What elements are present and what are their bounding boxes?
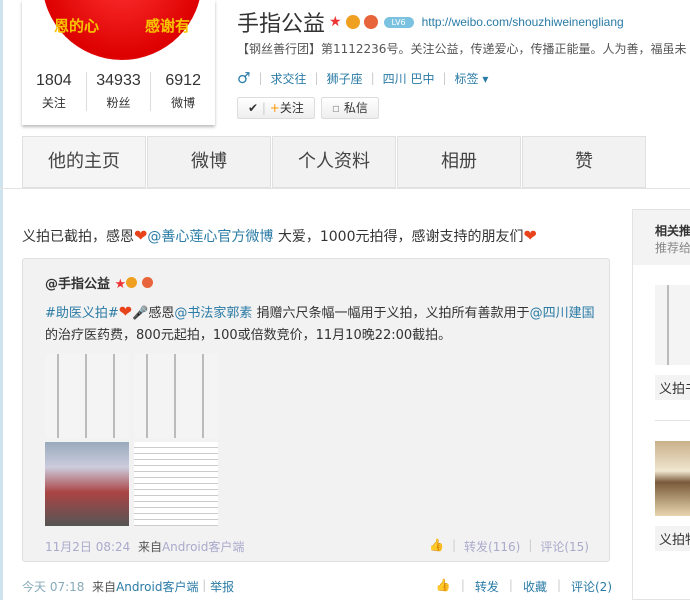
stat-following[interactable]: 1804 关注 <box>22 72 87 111</box>
image-grid <box>45 354 218 526</box>
calligraphy-image[interactable] <box>45 354 129 438</box>
sidebar-subtitle: 推荐给你 <box>655 241 690 255</box>
profile-meta: ♂ | 求交往 | 狮子座 | 四川 巴中 | 标签 ▾ <box>237 69 489 87</box>
stat-followers[interactable]: 34933 粉丝 <box>87 72 152 111</box>
mention-link[interactable]: @四川建国 <box>530 306 595 321</box>
zodiac-link[interactable]: 狮子座 <box>327 70 363 87</box>
stat-label: 粉丝 <box>106 96 131 110</box>
follow-button[interactable]: ✔ | +关注 <box>237 97 315 119</box>
stat-value: 6912 <box>165 72 201 89</box>
recommend-image[interactable] <box>655 441 690 516</box>
profile-url-link[interactable]: http://weibo.com/shouzhiweinengliang <box>422 15 624 29</box>
text: 的治疗医药费，800元起拍，100或倍数竞价，11月10晚22:00截拍。 <box>45 328 452 343</box>
profile-stats: 1804 关注 34933 粉丝 6912 微博 <box>22 72 215 111</box>
hashtag-link[interactable]: #助医义拍# <box>45 306 119 321</box>
weibo-badge-icon <box>363 15 378 29</box>
crown-badge-icon <box>345 15 360 29</box>
crown-badge-icon <box>126 277 138 288</box>
tag-link[interactable]: 求交往 <box>271 70 307 87</box>
star-badge-icon: ★ <box>114 277 127 292</box>
comment-link[interactable]: 评论(2) <box>571 578 612 595</box>
message-icon: ▫ <box>331 101 340 115</box>
profile-header: 手指公益 ★ LV6 http://weibo.com/shouzhiweine… <box>237 6 624 38</box>
message-label: 私信 <box>343 101 368 115</box>
profile-card: 恩的心 感谢有 1804 关注 34933 粉丝 6912 微博 <box>22 0 215 125</box>
text: 大爱，1000元拍得，感谢支持的朋友们 <box>273 229 524 245</box>
divider <box>0 188 690 189</box>
repost-comment-link[interactable]: 评论(15) <box>540 538 589 555</box>
profile-actions: ✔ | +关注 ▫ 私信 <box>237 97 379 119</box>
heart-icon: ❤ <box>523 226 537 245</box>
follow-label: 关注 <box>279 101 304 115</box>
text: 来自 <box>92 580 117 594</box>
stat-value: 1804 <box>36 72 72 89</box>
mention-link[interactable]: @书法家郭素 <box>174 306 252 321</box>
recommend-item[interactable]: 义拍物品 <box>655 526 690 551</box>
recommend-sidebar: 相关推荐推荐给你 义拍书法 义拍物品 <box>632 209 690 600</box>
source-link[interactable]: Android客户端 <box>162 538 244 555</box>
profile-name: 手指公益 <box>237 12 326 37</box>
gender-icon: ♂ <box>237 69 251 87</box>
message-button[interactable]: ▫ 私信 <box>320 97 379 119</box>
tab-weibo[interactable]: 微博 <box>147 136 271 188</box>
document-image[interactable] <box>134 442 218 526</box>
avatar-text: 恩的心 <box>54 17 100 35</box>
like-icon[interactable]: 👍 <box>436 578 451 595</box>
plus-icon: + <box>269 101 280 115</box>
repost-forward-link[interactable]: 转发(116) <box>464 538 520 555</box>
repost-text: #助医义拍#❤🎤感恩@书法家郭素 捐赠六尺条幅一幅用于义拍，义拍所有善款用于@四… <box>45 301 605 347</box>
report-link[interactable]: 举报 <box>210 578 234 595</box>
divider <box>655 420 690 421</box>
like-icon[interactable]: 👍 <box>429 538 444 555</box>
tab-likes[interactable]: 赞 <box>522 136 646 188</box>
check-icon: ✔ <box>248 101 259 115</box>
favorite-link[interactable]: 收藏 <box>523 578 547 595</box>
heart-icon: ❤ <box>118 302 133 321</box>
tags-dropdown[interactable]: 标签 ▾ <box>455 70 489 87</box>
tab-profile[interactable]: 个人资料 <box>272 136 396 188</box>
sidebar-title: 相关推荐 <box>655 224 690 238</box>
post-time-link[interactable]: 今天 07:18 <box>22 578 84 595</box>
post-text: 义拍已截拍，感恩❤@善心莲心官方微博 大爱，1000元拍得，感谢支持的朋友们❤ <box>22 226 537 246</box>
weibo-badge-icon <box>141 277 153 288</box>
author-link[interactable]: @手指公益 <box>45 277 110 292</box>
repost-author[interactable]: @手指公益 ★ <box>45 273 153 292</box>
heart-icon: ❤ <box>134 226 148 245</box>
stat-value: 34933 <box>96 72 141 89</box>
text: 来自 <box>137 540 162 554</box>
post-footer: 今天 07:18 来自 Android客户端 | 举报 👍 | 转发 | 收藏 | 评论(2) <box>22 578 612 595</box>
stat-label: 关注 <box>41 96 66 110</box>
recommend-item[interactable]: 义拍书法 <box>655 375 690 400</box>
microphone-icon: 🎤 <box>132 306 149 321</box>
stat-posts[interactable]: 6912 微博 <box>151 72 215 111</box>
reposted-weibo: @手指公益 ★ #助医义拍#❤🎤感恩@书法家郭素 捐赠六尺条幅一幅用于义拍，义拍… <box>22 258 610 562</box>
repost-footer: 11月2日 08:24 来自 Android客户端 👍 | 转发(116) | 评论(15… <box>45 538 589 555</box>
heart-image: 恩的心 感谢有 <box>42 0 202 60</box>
avatar[interactable]: 恩的心 感谢有 <box>22 0 215 66</box>
calligraphy-image[interactable] <box>134 354 218 438</box>
recommend-image[interactable] <box>655 285 690 365</box>
forward-link[interactable]: 转发 <box>475 578 499 595</box>
location-link[interactable]: 四川 巴中 <box>383 70 435 87</box>
text: 义拍已截拍，感恩 <box>22 229 134 245</box>
tab-album[interactable]: 相册 <box>397 136 521 188</box>
repost-time-link[interactable]: 11月2日 08:24 <box>45 538 130 555</box>
stat-label: 微博 <box>171 96 196 110</box>
page-border <box>0 0 3 600</box>
text: 感恩 <box>148 306 175 321</box>
avatar-text: 感谢有 <box>144 17 190 35</box>
star-badge-icon: ★ <box>329 14 342 30</box>
mention-link[interactable]: @善心莲心官方微博 <box>147 229 273 245</box>
level-badge: LV6 <box>383 16 414 28</box>
profile-tabs: 他的主页 微博 个人资料 相册 赞 <box>22 136 647 188</box>
patient-photo[interactable] <box>45 442 129 526</box>
source-link[interactable]: Android客户端 <box>116 578 198 595</box>
tab-home[interactable]: 他的主页 <box>22 136 146 188</box>
profile-description: 【钢丝善行团】第1112236号。关注公益，传递爱心，传播正能量。人为善，福虽未 <box>237 42 687 56</box>
text: 捐赠六尺条幅一幅用于义拍，义拍所有善款用于 <box>252 306 530 321</box>
